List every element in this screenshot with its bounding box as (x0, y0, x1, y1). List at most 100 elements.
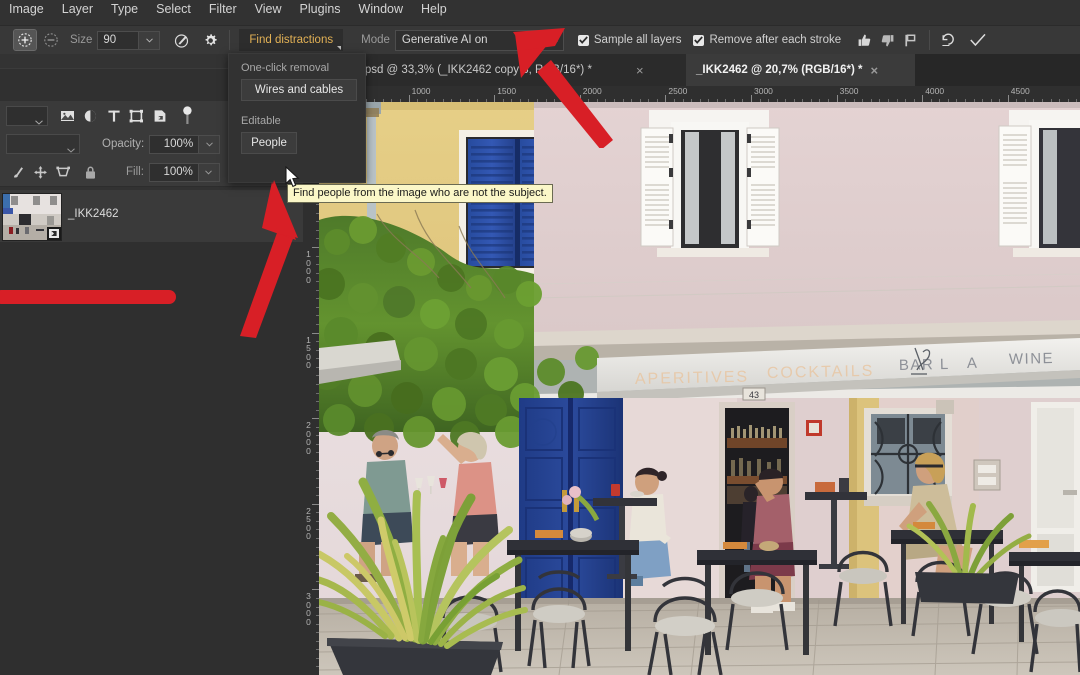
filter-shape-layers-button[interactable] (125, 105, 148, 126)
ruler-tick-major (312, 589, 319, 591)
menu-item-window[interactable]: Window (350, 0, 412, 19)
ruler-tick-major (751, 95, 752, 102)
close-icon[interactable]: × (636, 63, 644, 78)
opacity-stepper[interactable] (199, 134, 221, 154)
lock-all-button[interactable] (79, 162, 102, 183)
signage-cocktails: COCKTAILS (767, 363, 875, 382)
wires-and-cables-button[interactable]: Wires and cables (241, 79, 357, 101)
ruler-tick-major (922, 95, 924, 102)
fill-input[interactable]: 100% (148, 162, 199, 182)
ruler-tick-major (408, 95, 410, 102)
tooltip: Find people from the image who are not t… (287, 184, 553, 203)
filter-toggle-switch[interactable] (176, 105, 199, 126)
brush-add-icon (18, 33, 32, 47)
lock-pixels-button[interactable] (6, 162, 29, 183)
layer-name: _IKK2462 (68, 208, 119, 220)
ruler-label: 3500 (839, 86, 859, 96)
menu-item-type[interactable]: Type (102, 0, 147, 19)
filter-type-layers-button[interactable] (102, 105, 125, 126)
brush-settings-button[interactable] (170, 30, 193, 51)
white-shutter-window-1 (640, 110, 780, 257)
ruler-label: 4500 (1010, 86, 1030, 96)
menu-item-help[interactable]: Help (412, 0, 456, 19)
ruler-tick-major (312, 503, 319, 505)
find-distractions-dropdown: One-click removal Wires and cables Edita… (228, 53, 366, 183)
image-filter-icon (61, 110, 74, 121)
arrow-to-mode-dropdown (485, 28, 630, 153)
one-click-removal-section-label: One-click removal (241, 62, 330, 74)
filter-pixel-layers-button[interactable] (56, 105, 79, 126)
tool-settings-gear-button[interactable] (199, 30, 222, 51)
options-divider-1 (229, 30, 231, 50)
signage-a: A (967, 355, 979, 372)
door-number: 43 (749, 390, 759, 400)
undo-reset-icon (942, 33, 955, 46)
people-button[interactable]: People (241, 132, 297, 154)
thumbs-up-button[interactable] (853, 30, 876, 51)
move-icon (34, 165, 47, 179)
ruler-label: 2000 (306, 420, 311, 456)
find-distractions-button[interactable]: Find distractions (239, 29, 344, 51)
opacity-input[interactable]: 100% (149, 134, 200, 154)
document-tab-ikk2462[interactable]: _IKK2462 @ 20,7% (RGB/16*) * × (686, 54, 915, 86)
mouse-pointer-cursor (285, 165, 300, 193)
ruler-tick-major (836, 95, 838, 102)
chevron-down-icon (205, 169, 213, 175)
ruler-tick-major (1007, 95, 1009, 102)
brush-settings-icon (175, 33, 189, 48)
reset-button[interactable] (937, 30, 960, 51)
menu-item-image[interactable]: Image (0, 0, 53, 19)
document-tab-label: _IKK2462 @ 20,7% (RGB/16*) * (696, 64, 863, 76)
ruler-tick-major (665, 95, 667, 102)
chevron-down-icon (146, 37, 153, 43)
mode-label: Mode (361, 34, 390, 46)
brush-size-input[interactable]: 90 (97, 30, 140, 50)
layer-filter-type-select[interactable] (6, 105, 48, 126)
report-flag-button[interactable] (899, 30, 922, 51)
fill-label: Fill: (126, 166, 144, 178)
ruler-label: 3000 (306, 591, 311, 627)
thumbs-down-button[interactable] (876, 30, 899, 51)
menu-item-select[interactable]: Select (147, 0, 200, 19)
checkmark-icon (694, 36, 704, 44)
brush-add-mode-button[interactable] (13, 29, 37, 51)
remove-after-each-stroke-row[interactable]: Remove after each stroke (693, 34, 841, 46)
brush-subtract-mode-button[interactable] (40, 30, 62, 50)
menu-item-layer[interactable]: Layer (53, 0, 102, 19)
smart-object-filter-icon (154, 109, 165, 122)
white-shutter-window-2 (998, 110, 1080, 257)
filter-smart-objects-button[interactable] (148, 105, 171, 126)
filter-adjustment-layers-button[interactable] (79, 105, 102, 126)
shape-filter-icon (129, 109, 143, 122)
fill-stepper[interactable] (198, 162, 220, 182)
signage-aperitives: APERITIVES (635, 369, 750, 388)
arrow-to-left-panel (0, 278, 194, 323)
menu-item-view[interactable]: View (246, 0, 291, 19)
gear-icon (205, 33, 218, 45)
commit-button[interactable] (966, 30, 989, 51)
smart-object-badge-icon (47, 227, 61, 240)
signage-wine: WINE (1009, 350, 1055, 368)
lock-position-button[interactable] (29, 162, 52, 183)
transform-icon (56, 166, 70, 177)
document-tab-bar: i2-1-Recovered.psd @ 33,3% (_IKK2462 cop… (283, 54, 1080, 86)
lock-transform-button[interactable] (52, 162, 75, 183)
brush-icon (13, 166, 23, 178)
blend-mode-select[interactable] (6, 134, 80, 154)
remove-after-each-stroke-checkbox[interactable] (693, 34, 705, 46)
adjustment-filter-icon (84, 109, 96, 122)
menu-item-filter[interactable]: Filter (200, 0, 246, 19)
brush-size-label: Size (70, 34, 93, 46)
brush-size-stepper[interactable] (139, 30, 161, 50)
menu-item-plugins[interactable]: Plugins (291, 0, 350, 19)
ruler-label: 1000 (411, 86, 431, 96)
remove-after-each-stroke-label: Remove after each stroke (709, 34, 842, 46)
thumbs-down-icon (881, 34, 894, 46)
thumbs-up-icon (858, 34, 871, 46)
chevron-down-icon (67, 140, 75, 158)
horizontal-ruler[interactable]: 500100015002000250030003500400045005000 (303, 86, 1080, 103)
filter-toggle-icon (183, 105, 192, 124)
close-icon[interactable]: × (871, 63, 879, 78)
options-divider-2 (929, 30, 931, 50)
ruler-label: 2500 (306, 505, 311, 542)
